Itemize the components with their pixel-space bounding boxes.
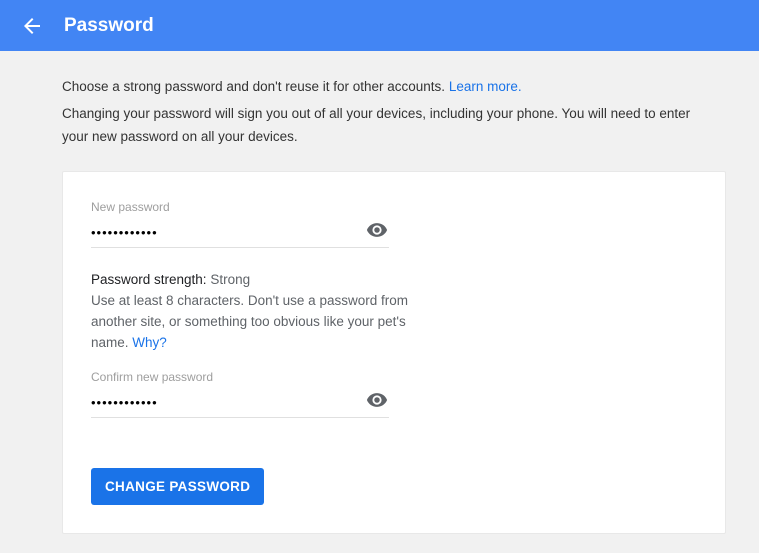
strength-label: Password strength: [91, 272, 207, 287]
change-password-button[interactable]: CHANGE PASSWORD [91, 468, 264, 505]
page-title: Password [64, 15, 154, 37]
strength-value: Strong [210, 272, 250, 287]
new-password-field: New password [91, 200, 389, 248]
back-arrow-icon[interactable] [20, 14, 44, 38]
toggle-visibility-new[interactable] [365, 220, 389, 244]
intro-line2: Changing your password will sign you out… [62, 103, 697, 149]
confirm-password-field: Confirm new password [91, 370, 389, 418]
confirm-password-label: Confirm new password [91, 370, 389, 384]
why-link[interactable]: Why? [132, 335, 167, 350]
learn-more-link[interactable]: Learn more. [449, 79, 522, 94]
confirm-password-input[interactable] [91, 391, 365, 412]
new-password-input[interactable] [91, 221, 365, 242]
intro-line1: Choose a strong password and don't reuse… [62, 79, 449, 94]
toggle-visibility-confirm[interactable] [365, 390, 389, 414]
eye-icon [366, 389, 388, 414]
new-password-label: New password [91, 200, 389, 214]
eye-icon [366, 219, 388, 244]
intro-text: Choose a strong password and don't reuse… [0, 51, 759, 149]
header-bar: Password [0, 0, 759, 51]
password-strength-block: Password strength: Strong Use at least 8… [91, 272, 431, 354]
password-card: New password Password strength: Strong U… [62, 171, 726, 534]
